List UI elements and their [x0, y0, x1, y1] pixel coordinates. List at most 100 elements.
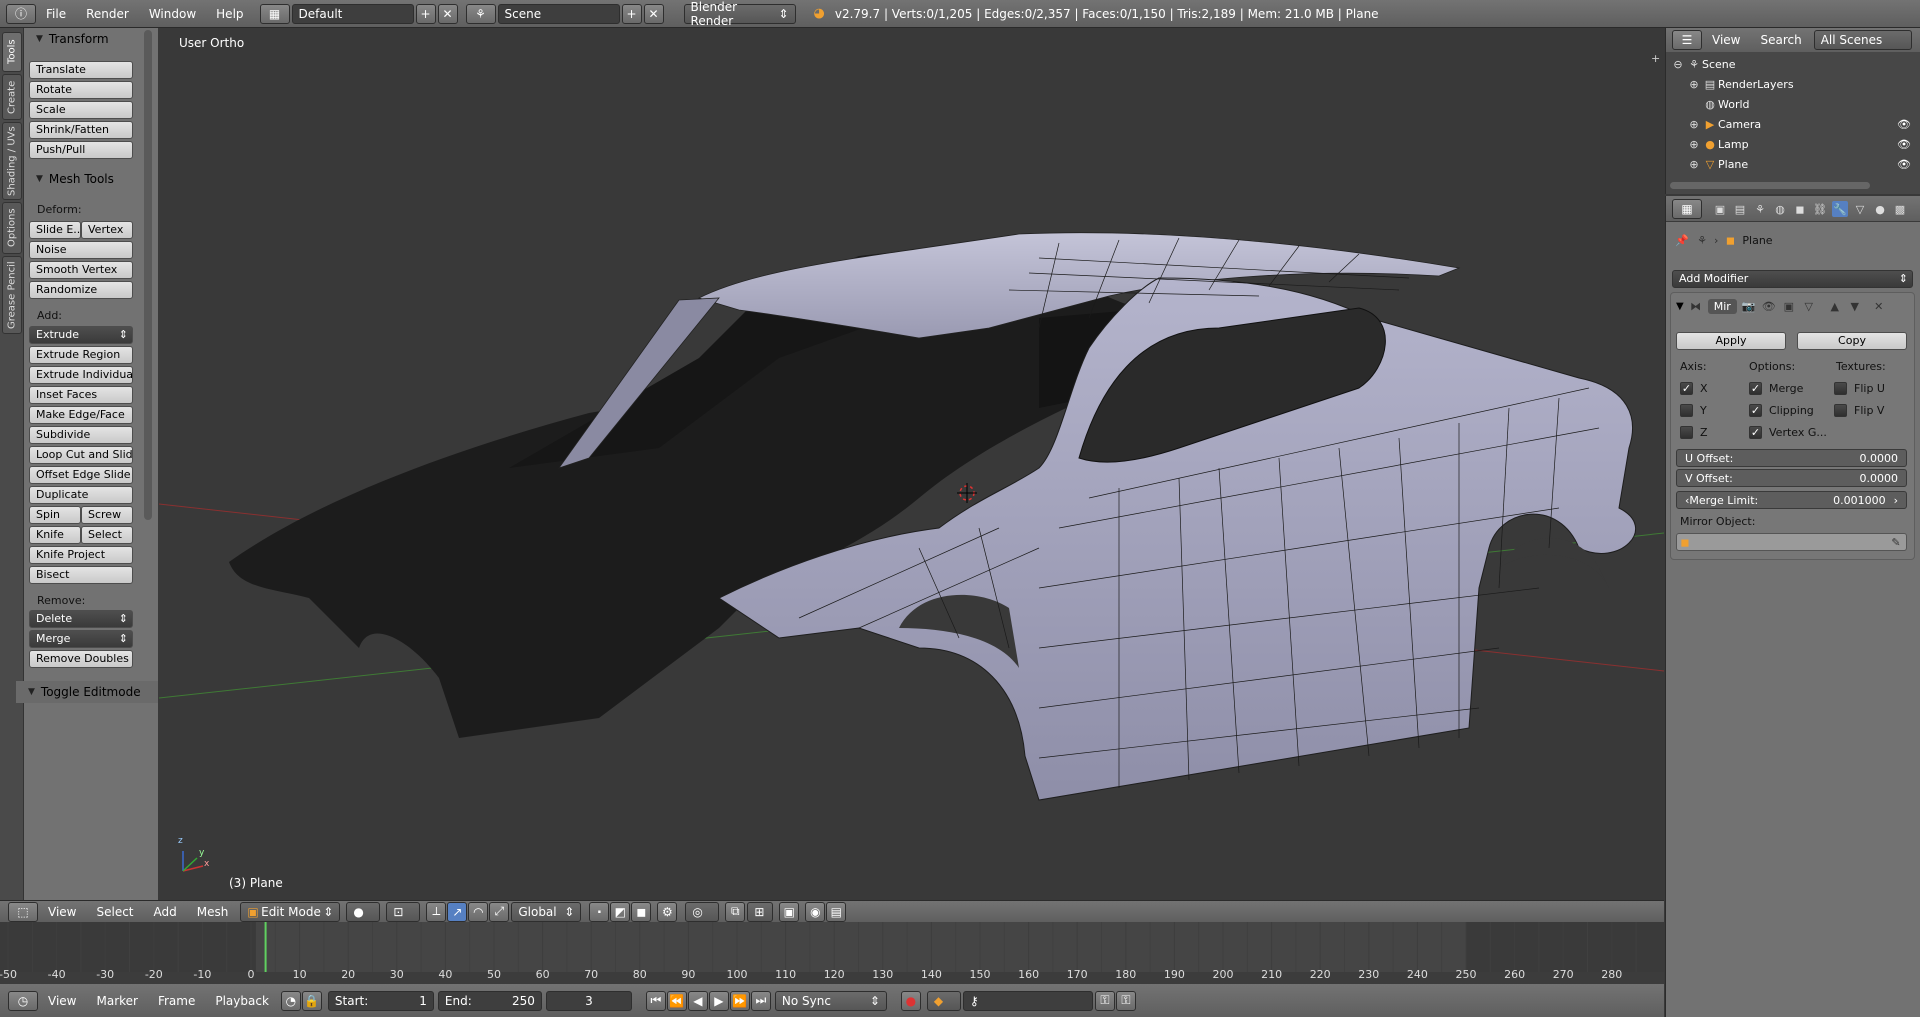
menu-frame[interactable]: Frame	[148, 994, 205, 1008]
transform-panel-header[interactable]: ▼ Transform	[30, 28, 109, 50]
jump-start-icon[interactable]: ⏮	[645, 990, 666, 1011]
proportional-edit-select[interactable]: ◎	[685, 901, 720, 922]
texture-tab-icon[interactable]: ▩	[1892, 201, 1908, 217]
data-tab-icon[interactable]: ▽	[1852, 201, 1868, 217]
editmode-visibility-icon[interactable]: ▣	[1781, 298, 1797, 314]
tab-grease-pencil[interactable]: Grease Pencil	[2, 256, 22, 334]
menu-mesh[interactable]: Mesh	[187, 905, 239, 919]
toolshelf-scrollbar[interactable]	[144, 30, 152, 520]
modifiers-tab-icon[interactable]: 🔧	[1832, 201, 1848, 217]
preview-range-icon[interactable]: ◔	[280, 990, 301, 1011]
scene-icon[interactable]: ⚘	[465, 3, 496, 24]
visibility-eye-icon[interactable]: 👁	[1897, 138, 1911, 151]
u-offset-field[interactable]: U Offset: 0.0000	[1676, 449, 1907, 467]
constraints-tab-icon[interactable]: ⛓	[1812, 201, 1828, 217]
active-keying-set-field[interactable]: ⚷	[962, 990, 1093, 1011]
tab-create[interactable]: Create	[2, 74, 22, 120]
remove-modifier-icon[interactable]: ✕	[1871, 298, 1887, 314]
subdivide-button[interactable]: Subdivide	[29, 426, 133, 444]
render-animation-icon[interactable]: ▤	[826, 901, 847, 922]
extrude-dropdown[interactable]: Extrude ⇕	[29, 326, 133, 344]
render-tab-icon[interactable]: ▣	[1712, 201, 1728, 217]
checkbox-z[interactable]	[1680, 426, 1693, 439]
properties-toggle-plus-icon[interactable]: +	[1651, 52, 1660, 65]
screen-layout-field[interactable]: Default	[291, 3, 414, 24]
offset-edge-slide-button[interactable]: Offset Edge Slide	[29, 466, 133, 484]
visibility-eye-icon[interactable]: 👁	[1897, 118, 1911, 131]
editor-type-properties-icon[interactable]: ▦	[1672, 199, 1702, 219]
scene-tab-icon[interactable]: ⚘	[1752, 201, 1768, 217]
menu-help[interactable]: Help	[206, 0, 253, 28]
tab-shading-uvs[interactable]: Shading / UVs	[2, 122, 22, 200]
jump-keyframe-back-icon[interactable]: ⏪	[666, 990, 687, 1011]
edge-select-icon[interactable]: ◩	[610, 901, 631, 922]
menu-timeline-view[interactable]: View	[38, 994, 86, 1008]
expand-icon[interactable]: ⊕	[1686, 156, 1702, 172]
menu-select[interactable]: Select	[86, 905, 143, 919]
add-layout-icon[interactable]: +	[415, 3, 436, 24]
mode-select[interactable]: ▣ Edit Mode ⇕	[240, 901, 341, 922]
limit-selection-icon[interactable]: ⚙	[657, 901, 678, 922]
inset-faces-button[interactable]: Inset Faces	[29, 386, 133, 404]
outliner-row-world[interactable]: ◍ World	[1666, 94, 1920, 114]
noise-button[interactable]: Noise	[29, 241, 133, 259]
outliner-menu-view[interactable]: View	[1702, 33, 1750, 47]
play-icon[interactable]: ▶	[708, 990, 729, 1011]
viewport-shading-select[interactable]: ●	[346, 901, 381, 922]
eyedropper-icon[interactable]: ✎	[1888, 534, 1904, 550]
screen-layout-icon[interactable]: ▦	[259, 3, 290, 24]
expand-icon[interactable]: ⊕	[1686, 76, 1702, 92]
editor-type-outliner-icon[interactable]: ☰	[1672, 30, 1702, 50]
expand-icon[interactable]: ⊕	[1686, 136, 1702, 152]
pivot-select[interactable]: ⊡	[386, 901, 421, 922]
auto-keying-icon[interactable]: ●	[900, 990, 921, 1011]
scene-field[interactable]: Scene	[497, 3, 620, 24]
mesh-tools-panel-header[interactable]: ▼ Mesh Tools	[30, 168, 114, 190]
jump-keyframe-forward-icon[interactable]: ⏩	[729, 990, 750, 1011]
checkbox-x[interactable]: ✓	[1680, 382, 1693, 395]
outliner-row-plane[interactable]: ⊕ ▽ Plane 👁	[1666, 154, 1920, 174]
outliner-row-camera[interactable]: ⊕ ▶ Camera 👁	[1666, 114, 1920, 134]
checkbox-y[interactable]	[1680, 404, 1693, 417]
add-modifier-dropdown[interactable]: Add Modifier ⇕	[1672, 270, 1913, 288]
object-tab-icon[interactable]: ◼	[1792, 201, 1808, 217]
menu-window[interactable]: Window	[139, 0, 206, 28]
bisect-button[interactable]: Bisect	[29, 566, 133, 584]
rotate-manipulator-icon[interactable]: ◠	[468, 901, 489, 922]
end-frame-field[interactable]: End: 250	[437, 990, 542, 1011]
remove-layout-icon[interactable]: ✕	[437, 3, 458, 24]
shrink-fatten-button[interactable]: Shrink/Fatten	[29, 121, 133, 139]
scale-button[interactable]: Scale	[29, 101, 133, 119]
collapse-icon[interactable]: ⊖	[1670, 56, 1686, 72]
knife-select-button[interactable]: Select	[81, 526, 133, 544]
checkbox-flip-u[interactable]	[1834, 382, 1847, 395]
sync-mode-select[interactable]: No Sync ⇕	[774, 990, 887, 1011]
knife-project-button[interactable]: Knife Project	[29, 546, 133, 564]
tab-tools[interactable]: Tools	[2, 32, 22, 72]
render-engine-select[interactable]: Blender Render ⇕	[683, 0, 796, 28]
outliner-scrollbar[interactable]	[1670, 182, 1870, 189]
checkbox-flip-v[interactable]	[1834, 404, 1847, 417]
start-frame-field[interactable]: Start: 1	[327, 990, 434, 1011]
editor-type-info-icon[interactable]: ⓘ	[6, 3, 36, 24]
outliner-row-scene[interactable]: ⊖ ⚘ Scene	[1666, 54, 1920, 74]
outliner-display-mode-select[interactable]: All Scenes	[1813, 30, 1912, 50]
visibility-eye-icon[interactable]: 👁	[1897, 158, 1911, 171]
render-visibility-icon[interactable]: 📷	[1741, 298, 1757, 314]
snap-toggle-icon[interactable]: ⧉	[725, 901, 746, 922]
lock-range-icon[interactable]: 🔒	[301, 990, 322, 1011]
scale-manipulator-icon[interactable]: ⤢	[489, 901, 510, 922]
menu-add[interactable]: Add	[144, 905, 187, 919]
extrude-region-button[interactable]: Extrude Region	[29, 346, 133, 364]
snap-element-select[interactable]: ⊞	[747, 901, 774, 922]
render-image-icon[interactable]: ◉	[805, 901, 826, 922]
checkbox-vertex-g[interactable]: ✓	[1749, 426, 1762, 439]
outliner-row-lamp[interactable]: ⊕ ● Lamp 👁	[1666, 134, 1920, 154]
cage-visibility-icon[interactable]: ▽	[1801, 298, 1817, 314]
3d-viewport[interactable]: User Ortho (3) Plane z x y +	[159, 28, 1664, 900]
randomize-button[interactable]: Randomize	[29, 281, 133, 299]
move-down-icon[interactable]: ▼	[1847, 298, 1863, 314]
add-scene-icon[interactable]: +	[621, 3, 642, 24]
v-offset-field[interactable]: V Offset: 0.0000	[1676, 469, 1907, 487]
checkbox-merge[interactable]: ✓	[1749, 382, 1762, 395]
